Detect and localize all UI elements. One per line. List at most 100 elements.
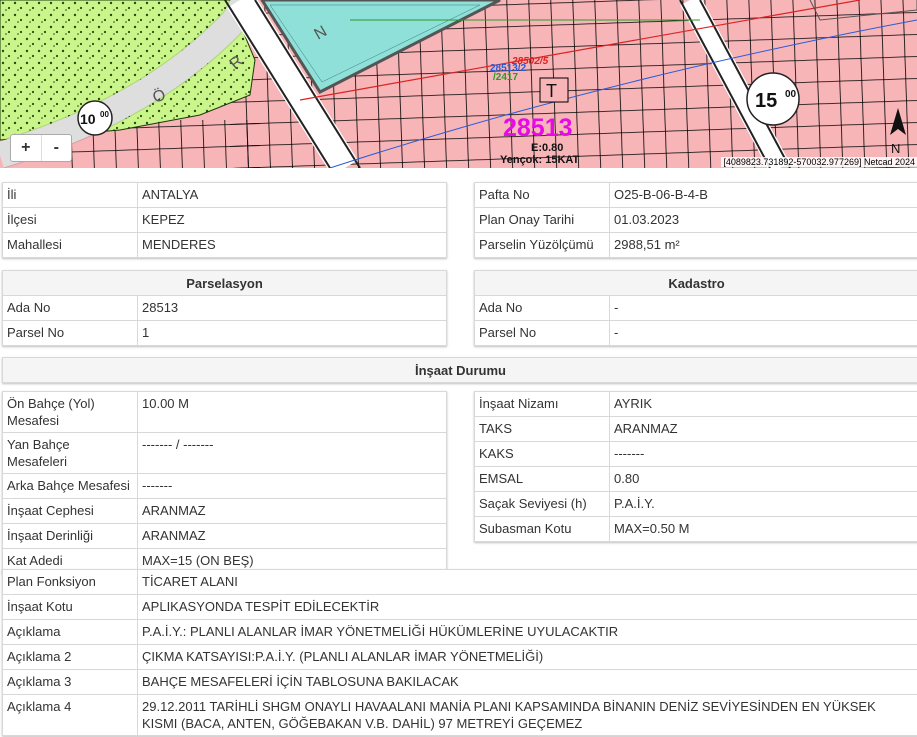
arka-bahce-value: ------- — [137, 473, 447, 499]
location-table: İli ANTALYA İlçesi KEPEZ Mahallesi MENDERES — [2, 182, 447, 258]
table-row: Ada No - — [474, 295, 917, 321]
plan-date-value: 01.03.2023 — [609, 207, 917, 233]
table-row: Ada No 28513 — [2, 295, 447, 321]
table-row: Açıklama 3 BAHÇE MESAFELERİ İÇİN TABLOSUN… — [2, 669, 917, 695]
derinlik-key: İnşaat Derinliği — [2, 523, 138, 549]
on-bahce-key: Ön Bahçe (Yol) Mesafesi — [2, 391, 138, 433]
arka-bahce-key: Arka Bahçe Mesafesi — [2, 473, 138, 499]
aciklama-2-key: Açıklama 2 — [2, 644, 138, 670]
table-row: İnşaat Nizamı AYRIK — [474, 391, 917, 417]
kaks-value: ------- — [609, 441, 917, 467]
ada-value: 28513 — [137, 295, 447, 321]
yan-bahce-value: ------- / ------- — [137, 432, 447, 474]
table-row: Arka Bahçe Mesafesi ------- — [2, 473, 447, 499]
cephe-value: ARANMAZ — [137, 498, 447, 524]
kadastro-table: Kadastro Ada No - Parsel No - — [474, 270, 917, 346]
parcel-label-b: /2417 — [493, 72, 518, 83]
taks-key: TAKS — [474, 416, 610, 442]
table-row: Parsel No - — [474, 320, 917, 346]
aciklama-4-key: Açıklama 4 — [2, 694, 138, 736]
yencok-label: Yençok: 15KAT — [500, 154, 580, 166]
table-row: İnşaat Derinliği ARANMAZ — [2, 523, 447, 549]
il-key: İli — [2, 182, 138, 208]
north-label: N — [891, 141, 900, 156]
aciklama-3-value: BAHÇE MESAFELERİ İÇİN TABLOSUNA BAKILACA… — [137, 669, 917, 695]
table-row: Pafta No O25-B-06-B-4-B — [474, 182, 917, 208]
table-row: Açıklama P.A.İ.Y.: PLANLI ALANLAR İMAR YÖ… — [2, 619, 917, 645]
plan-map[interactable]: 10 00 15 00 Ö R N 28513/2 /2417 28502/5 … — [0, 0, 917, 168]
table-row: İnşaat Cephesi ARANMAZ — [2, 498, 447, 524]
aciklama-value: P.A.İ.Y.: PLANLI ALANLAR İMAR YÖNETMELİĞ… — [137, 619, 917, 645]
taks-value: ARANMAZ — [609, 416, 917, 442]
area-value: 2988,51 m² — [609, 232, 917, 258]
road-width-left-sup: 00 — [100, 110, 109, 119]
kaks-key: KAKS — [474, 441, 610, 467]
insaat-header: İnşaat Durumu — [2, 357, 917, 383]
road-width-right: 15 — [755, 90, 777, 112]
nizam-value: AYRIK — [609, 391, 917, 417]
kadastro-ada-key: Ada No — [474, 295, 610, 321]
ilce-key: İlçesi — [2, 207, 138, 233]
insaat-left-table: Ön Bahçe (Yol) Mesafesi 10.00 M Yan Bahçe… — [2, 391, 447, 574]
table-row: Açıklama 4 29.12.2011 TARİHLİ SHGM ONAYLI… — [2, 694, 917, 736]
emsal-value: 0.80 — [609, 466, 917, 492]
insaat-right-table: İnşaat Nizamı AYRIK TAKS ARANMAZ KAKS -----… — [474, 391, 917, 542]
parsel-key: Parsel No — [2, 320, 138, 346]
emsal-label: E:0.80 — [531, 142, 563, 154]
table-row: Saçak Seviyesi (h) P.A.İ.Y. — [474, 491, 917, 517]
parsel-value: 1 — [137, 320, 447, 346]
plan-table: Pafta No O25-B-06-B-4-B Plan Onay Tarihi 0… — [474, 182, 917, 258]
table-row: Açıklama 2 ÇIKMA KATSAYISI:P.A.İ.Y. (PLAN… — [2, 644, 917, 670]
road-width-right-sup: 00 — [785, 89, 797, 100]
on-bahce-value: 10.00 M — [137, 391, 447, 433]
plan-fonksiyon-key: Plan Fonksiyon — [2, 569, 138, 595]
table-row: Parselin Yüzölçümü 2988,51 m² — [474, 232, 917, 258]
pafta-value: O25-B-06-B-4-B — [609, 182, 917, 208]
zoom-in-button[interactable]: + — [11, 135, 41, 161]
yan-bahce-key: Yan Bahçe Mesafeleri — [2, 432, 138, 474]
emsal-key: EMSAL — [474, 466, 610, 492]
cephe-key: İnşaat Cephesi — [2, 498, 138, 524]
parselasyon-title: Parselasyon — [2, 270, 447, 296]
subasman-value: MAX=0.50 M — [609, 516, 917, 542]
derinlik-value: ARANMAZ — [137, 523, 447, 549]
ada-key: Ada No — [2, 295, 138, 321]
mahalle-value: MENDERES — [137, 232, 447, 258]
nizam-key: İnşaat Nizamı — [474, 391, 610, 417]
zoom-control: + - — [10, 134, 72, 162]
plan-notes-table: Plan Fonksiyon TİCARET ALANI İnşaat Kotu A… — [2, 569, 917, 736]
plan-fonksiyon-value: TİCARET ALANI — [137, 569, 917, 595]
table-row: KAKS ------- — [474, 441, 917, 467]
sacak-value: P.A.İ.Y. — [609, 491, 917, 517]
mahalle-key: Mahallesi — [2, 232, 138, 258]
map-canvas[interactable]: 10 00 15 00 Ö R N 28513/2 /2417 28502/5 … — [0, 0, 917, 168]
table-row: İlçesi KEPEZ — [2, 207, 447, 233]
table-row: Yan Bahçe Mesafeleri ------- / ------- — [2, 432, 447, 474]
subasman-key: Subasman Kotu — [474, 516, 610, 542]
map-coordinates: [4089823.731892-570032.977269] Netcad 20… — [721, 157, 917, 167]
parcel-label-c: 28502/5 — [511, 56, 549, 67]
zoom-out-button[interactable]: - — [40, 135, 72, 161]
table-row: Plan Onay Tarihi 01.03.2023 — [474, 207, 917, 233]
area-key: Parselin Yüzölçümü — [474, 232, 610, 258]
table-row: TAKS ARANMAZ — [474, 416, 917, 442]
table-row: Parsel No 1 — [2, 320, 447, 346]
insaat-kotu-value: APLIKASYONDA TESPİT EDİLECEKTİR — [137, 594, 917, 620]
parselasyon-table: Parselasyon Ada No 28513 Parsel No 1 — [2, 270, 447, 346]
table-row: Subasman Kotu MAX=0.50 M — [474, 516, 917, 542]
table-row: Plan Fonksiyon TİCARET ALANI — [2, 569, 917, 595]
ilce-value: KEPEZ — [137, 207, 447, 233]
road-width-left: 10 — [80, 111, 96, 127]
kadastro-parsel-key: Parsel No — [474, 320, 610, 346]
table-row: İli ANTALYA — [2, 182, 447, 208]
table-row: Mahallesi MENDERES — [2, 232, 447, 258]
aciklama-2-value: ÇIKMA KATSAYISI:P.A.İ.Y. (PLANLI ALANLAR… — [137, 644, 917, 670]
table-row: İnşaat Kotu APLIKASYONDA TESPİT EDİLECEKT… — [2, 594, 917, 620]
aciklama-3-key: Açıklama 3 — [2, 669, 138, 695]
table-row: EMSAL 0.80 — [474, 466, 917, 492]
table-row: Ön Bahçe (Yol) Mesafesi 10.00 M — [2, 391, 447, 433]
insaat-title: İnşaat Durumu — [2, 357, 917, 383]
kadastro-ada-value: - — [609, 295, 917, 321]
aciklama-4-value: 29.12.2011 TARİHLİ SHGM ONAYLI HAVAALANI… — [137, 694, 917, 736]
il-value: ANTALYA — [137, 182, 447, 208]
